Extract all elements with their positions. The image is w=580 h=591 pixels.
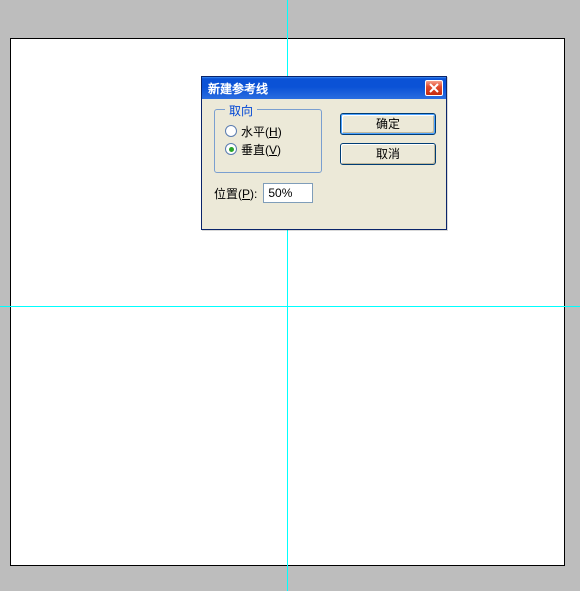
ok-button[interactable]: 确定 (340, 113, 436, 135)
position-row: 位置(P): (214, 183, 313, 203)
cancel-button[interactable]: 取消 (340, 143, 436, 165)
radio-vertical-row[interactable]: 垂直(V) (225, 140, 321, 158)
position-input[interactable] (263, 183, 313, 203)
close-icon (429, 83, 439, 93)
radio-horizontal-label[interactable]: 水平(H) (241, 123, 282, 140)
dialog-titlebar[interactable]: 新建参考线 (202, 77, 446, 99)
radio-horizontal-row[interactable]: 水平(H) (225, 122, 321, 140)
close-button[interactable] (425, 80, 443, 96)
position-label: 位置(P): (214, 185, 257, 202)
dialog-buttons: 确定 取消 (340, 113, 436, 165)
dialog-title: 新建参考线 (208, 80, 268, 97)
orientation-fieldset: 取向 水平(H) 垂直(V) (214, 109, 322, 173)
horizontal-guide (0, 306, 580, 307)
radio-horizontal[interactable] (225, 125, 237, 137)
dialog-body: 取向 水平(H) 垂直(V) 确定 取消 位置(P): (202, 99, 446, 229)
radio-vertical[interactable] (225, 143, 237, 155)
radio-vertical-label[interactable]: 垂直(V) (241, 141, 281, 158)
fieldset-legend: 取向 (225, 102, 257, 119)
new-guide-dialog: 新建参考线 取向 水平(H) 垂直(V) 确定 取消 位置(P): (201, 76, 447, 230)
